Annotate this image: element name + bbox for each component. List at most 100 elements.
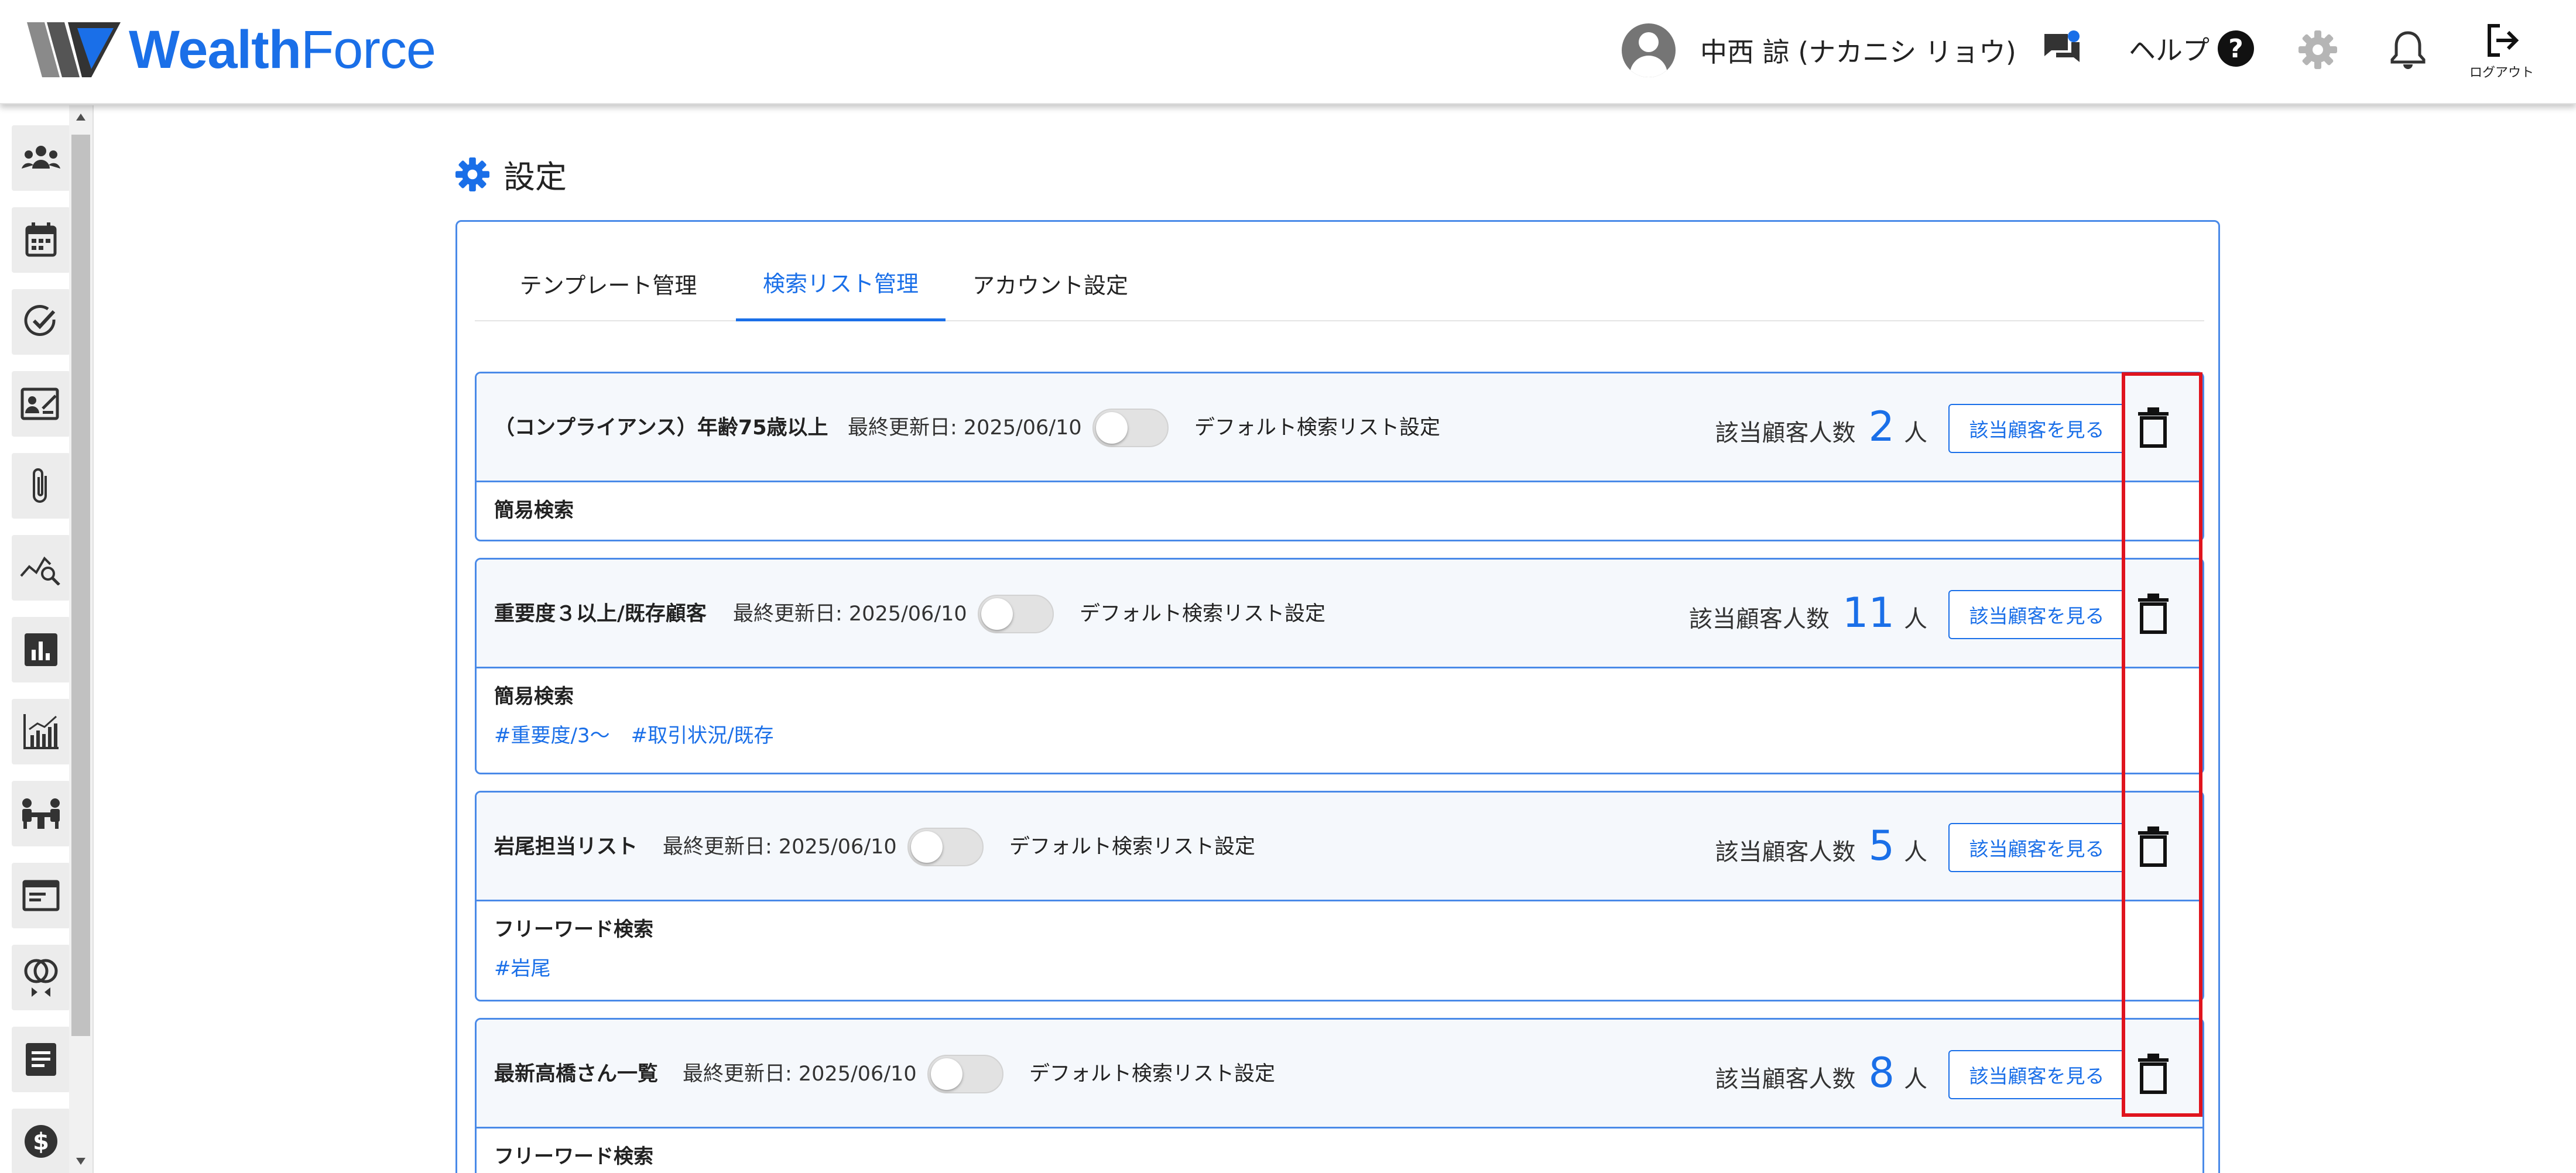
bar-chart-icon <box>25 633 57 666</box>
sidebar-item-calendar[interactable] <box>12 207 70 273</box>
logout-label: ログアウト <box>2469 66 2534 80</box>
sidebar-item-screens[interactable] <box>12 863 70 928</box>
sidebar-item-meetings[interactable] <box>12 781 70 846</box>
search-list-item: 岩尾担当リスト 最終更新日: 2025/06/10 デフォルト検索リスト設定 該… <box>475 791 2204 1001</box>
gear-icon <box>455 157 489 191</box>
default-list-toggle[interactable] <box>978 595 1054 633</box>
sidebar-item-matching[interactable] <box>12 945 70 1010</box>
count-unit: 人 <box>1904 420 1927 447</box>
sidebar-item-finance[interactable]: $ <box>12 1109 70 1173</box>
list-name: （コンプライアンス）年齢75歳以上 <box>494 416 828 440</box>
search-type: フリーワード検索 <box>494 918 653 941</box>
svg-text:$: $ <box>33 1129 49 1155</box>
search-list-item: 最新高橋さん一覧 最終更新日: 2025/06/10 デフォルト検索リスト設定 … <box>475 1018 2204 1173</box>
sidebar-item-analysis[interactable] <box>12 535 70 601</box>
default-list-toggle[interactable] <box>1092 409 1169 447</box>
search-tag[interactable]: #岩尾 <box>494 952 551 981</box>
scroll-up-arrow-icon[interactable] <box>76 114 85 121</box>
settings-gear-icon[interactable] <box>2297 29 2338 70</box>
default-list-toggle[interactable] <box>927 1055 1003 1093</box>
app-header: WealthForce 中西 諒 (ナカニシ リョウ) ヘルプ ? ログアウト <box>0 0 2576 104</box>
scroll-thumb[interactable] <box>71 135 90 1036</box>
page-title-text: 設定 <box>503 159 567 196</box>
search-type: 簡易検索 <box>494 685 574 708</box>
list-body: 簡易検索 <box>477 482 2202 527</box>
last-updated: 最終更新日: 2025/06/10 <box>683 1062 917 1086</box>
last-updated: 最終更新日: 2025/06/10 <box>663 835 897 859</box>
window-icon <box>22 880 60 911</box>
tab-account-settings[interactable]: アカウント設定 <box>955 245 1146 321</box>
list-header: 岩尾担当リスト 最終更新日: 2025/06/10 デフォルト検索リスト設定 該… <box>477 793 2202 901</box>
sidebar-item-attachments[interactable] <box>12 453 70 519</box>
default-list-toggle-label: デフォルト検索リスト設定 <box>1194 416 1441 440</box>
count-label: 該当顧客人数 <box>1715 839 1856 866</box>
tab-template-management[interactable]: テンプレート管理 <box>492 245 724 321</box>
sidebar-item-tasks[interactable] <box>12 289 70 355</box>
logout-icon <box>2488 24 2519 57</box>
list-body: 簡易検索 #重要度/3〜 #取引状況/既存 <box>477 668 2202 754</box>
list-body: フリーワード検索 #岩尾 <box>477 901 2202 987</box>
page-title: 設定 <box>455 151 567 197</box>
search-type: フリーワード検索 <box>494 1145 653 1168</box>
user-menu[interactable]: 中西 諒 (ナカニシ リョウ) <box>1622 23 2016 77</box>
growth-chart-icon <box>23 714 59 749</box>
help-button[interactable]: ヘルプ ? <box>2129 29 2254 68</box>
logo-text-bold: Wealth <box>129 20 302 80</box>
list-header: 重要度３以上/既存顧客 最終更新日: 2025/06/10 デフォルト検索リスト… <box>477 560 2202 668</box>
search-tag[interactable]: #重要度/3〜 <box>494 719 610 748</box>
list-name: 岩尾担当リスト <box>494 835 638 859</box>
count-number: 11 <box>1842 589 1895 637</box>
document-icon <box>26 1043 56 1076</box>
default-list-toggle[interactable] <box>907 828 984 866</box>
tab-search-list-management[interactable]: 検索リスト管理 <box>736 245 946 321</box>
sidebar-item-performance[interactable] <box>12 699 70 764</box>
bell-icon[interactable] <box>2389 29 2427 70</box>
last-updated: 最終更新日: 2025/06/10 <box>848 416 1082 440</box>
search-tags: #岩尾 <box>494 946 2185 987</box>
toggle-knob <box>1096 412 1128 444</box>
chat-icon[interactable] <box>2042 30 2082 68</box>
search-type: 簡易検索 <box>494 499 574 522</box>
toggle-knob <box>981 598 1013 630</box>
count-label: 該当顧客人数 <box>1715 1066 1856 1093</box>
count-unit: 人 <box>1904 606 1927 633</box>
customer-count: 該当顧客人数 11 人 <box>1689 589 1927 637</box>
view-customers-button[interactable]: 該当顧客を見る <box>1948 823 2125 872</box>
count-unit: 人 <box>1904 1066 1927 1093</box>
search-list-item: 重要度３以上/既存顧客 最終更新日: 2025/06/10 デフォルト検索リスト… <box>475 558 2204 774</box>
paperclip-icon <box>33 468 47 503</box>
list-name: 重要度３以上/既存顧客 <box>494 602 707 626</box>
search-tags: #重要度/3〜 #取引状況/既存 <box>494 713 2185 754</box>
logo-mark-icon <box>27 22 121 77</box>
meeting-icon <box>22 798 60 829</box>
search-list-item: （コンプライアンス）年齢75歳以上 最終更新日: 2025/06/10 デフォル… <box>475 372 2204 541</box>
settings-tabs: テンプレート管理 検索リスト管理 アカウント設定 <box>475 245 2204 321</box>
search-tag[interactable]: #取引状況/既存 <box>631 719 774 748</box>
sidebar-scrollbar[interactable] <box>69 105 93 1173</box>
logo-text-light: Force <box>300 20 436 80</box>
sidebar-item-documents[interactable] <box>12 1027 70 1092</box>
scroll-down-arrow-icon[interactable] <box>76 1158 85 1165</box>
delete-column-highlight <box>2122 372 2202 1117</box>
view-customers-button[interactable]: 該当顧客を見る <box>1948 590 2125 639</box>
list-name: 最新高橋さん一覧 <box>494 1062 659 1086</box>
view-customers-button[interactable]: 該当顧客を見る <box>1948 1050 2125 1099</box>
customer-count: 該当顧客人数 8 人 <box>1715 1049 1927 1097</box>
sidebar-item-customers[interactable] <box>12 125 70 191</box>
sidebar-item-profile[interactable] <box>12 371 70 437</box>
logout-button[interactable]: ログアウト <box>2464 22 2540 81</box>
count-label: 該当顧客人数 <box>1715 420 1856 447</box>
settings-card: テンプレート管理 検索リスト管理 アカウント設定 （コンプライアンス）年齢75歳… <box>455 220 2220 1173</box>
count-number: 5 <box>1868 822 1895 870</box>
rings-icon <box>24 959 58 997</box>
list-header: 最新高橋さん一覧 最終更新日: 2025/06/10 デフォルト検索リスト設定 … <box>477 1020 2202 1129</box>
default-list-toggle-label: デフォルト検索リスト設定 <box>1029 1062 1276 1086</box>
view-customers-button[interactable]: 該当顧客を見る <box>1948 404 2125 453</box>
list-header: （コンプライアンス）年齢75歳以上 最終更新日: 2025/06/10 デフォル… <box>477 373 2202 482</box>
wealthforce-logo[interactable]: WealthForce <box>27 22 436 77</box>
sidebar-item-reports[interactable] <box>12 617 70 682</box>
user-name: 中西 諒 (ナカニシ リョウ) <box>1700 36 2016 68</box>
people-icon <box>22 146 60 169</box>
check-circle-icon <box>24 305 56 336</box>
last-updated: 最終更新日: 2025/06/10 <box>733 602 967 626</box>
